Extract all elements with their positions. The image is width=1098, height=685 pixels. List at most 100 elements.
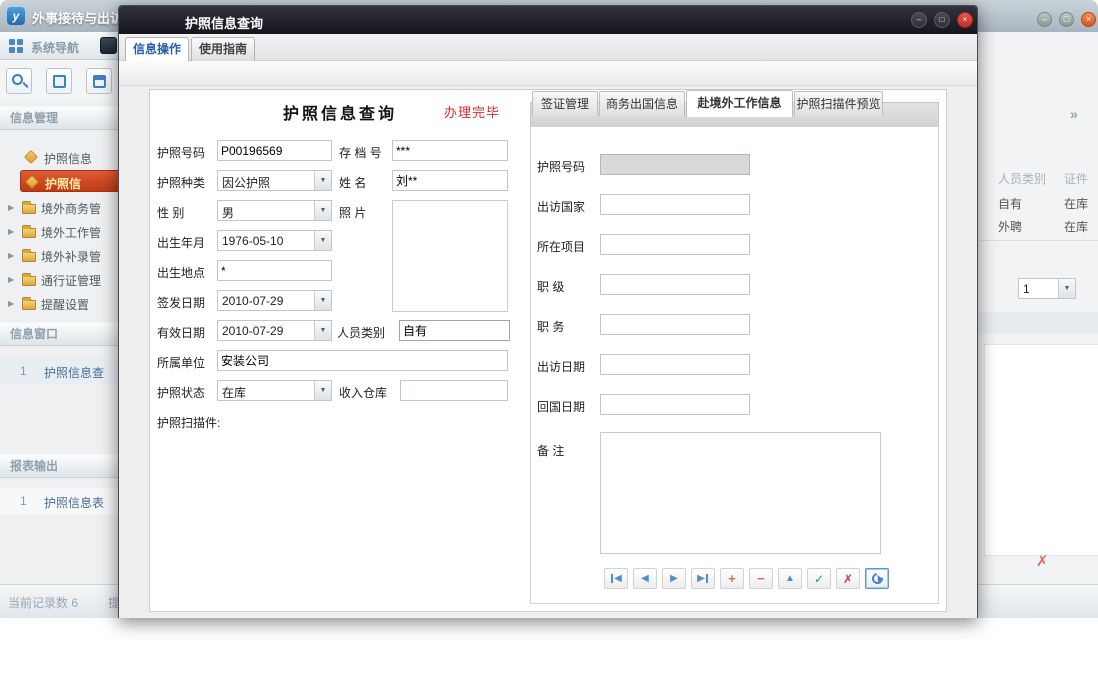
warehouse-label: 收入仓库 [339, 384, 387, 401]
remarks-label: 备 注 [537, 442, 564, 459]
cross-icon: ✗ [843, 572, 853, 586]
issue-date-select[interactable]: 2010-07-29 ▼ [217, 290, 332, 311]
passport-status-label: 护照状态 [157, 384, 205, 401]
search-icon [12, 74, 23, 85]
passport-query-dialog: 护照信息查询 – □ × 信息操作 使用指南 护照信息查询 办理完毕 护照号码 … [118, 5, 978, 618]
chevron-down-icon: ▼ [314, 171, 331, 190]
return-date-input[interactable] [600, 394, 750, 415]
tab-visa-mgmt[interactable]: 签证管理 [532, 91, 598, 116]
tree-item-label: 境外工作管 [41, 224, 101, 241]
nav-menu-icon[interactable] [100, 37, 117, 54]
last-record-icon [706, 574, 708, 583]
item-label: 护照信息表 [44, 494, 104, 511]
tree-item-label: 护照信息 [44, 150, 92, 167]
check-icon: ✓ [814, 572, 824, 586]
warehouse-input[interactable] [400, 380, 508, 401]
scan-label: 护照扫描件: [157, 414, 220, 431]
remarks-textarea[interactable] [600, 432, 881, 554]
birth-date-select[interactable]: 1976-05-10 ▼ [217, 230, 332, 251]
valid-date-select[interactable]: 2010-07-29 ▼ [217, 320, 332, 341]
birth-date-label: 出生年月 [157, 234, 205, 251]
cancel-x-icon[interactable]: ✗ [1036, 552, 1049, 570]
collapse-chevron-icon[interactable]: » [1070, 106, 1078, 122]
visit-country-input[interactable] [600, 194, 750, 215]
passport-status-select[interactable]: 在库 ▼ [217, 380, 332, 401]
nav-refresh-button[interactable] [865, 568, 889, 589]
gender-select[interactable]: 男 ▼ [217, 200, 332, 221]
main-minimize-button[interactable]: – [1037, 12, 1052, 27]
nav-cancel-button[interactable]: ✗ [836, 568, 860, 589]
nav-delete-button[interactable]: − [749, 568, 773, 589]
dialog-titlebar[interactable]: 护照信息查询 – □ × [119, 6, 977, 34]
tree-item-label: 护照信 [45, 175, 81, 192]
section-report-label: 报表输出 [10, 459, 58, 473]
tab-label: 护照扫描件预览 [796, 97, 880, 111]
section-info-mgmt-label: 信息管理 [10, 111, 58, 125]
plus-icon: + [728, 571, 736, 586]
dialog-title: 护照信息查询 [185, 13, 263, 32]
list-icon [93, 75, 106, 88]
chevron-down-icon: ▼ [314, 381, 331, 400]
name-input[interactable] [392, 170, 508, 191]
folder-icon [22, 252, 36, 262]
chevron-down-icon: ▼ [314, 321, 331, 340]
tab-scan-preview[interactable]: 护照扫描件预览 [794, 91, 883, 116]
nav-edit-button[interactable]: ▲ [778, 568, 802, 589]
dialog-close-button[interactable]: × [957, 12, 973, 28]
nav-grid-icon [9, 39, 23, 53]
chevron-right-icon[interactable]: ▶ [8, 227, 14, 236]
column-header-cert: 证件 [1064, 170, 1088, 187]
depart-date-label: 出访日期 [537, 358, 585, 375]
nav-last-button[interactable]: ▶ [691, 568, 715, 589]
archive-no-input[interactable] [392, 140, 508, 161]
list-tool-button[interactable] [86, 68, 112, 94]
nav-insert-button[interactable]: + [720, 568, 744, 589]
person-type-input[interactable] [399, 320, 510, 341]
tab-business-abroad[interactable]: 商务出国信息 [599, 91, 685, 116]
work-passport-no-label: 护照号码 [537, 158, 585, 175]
main-window-title: 外事接待与出访 [32, 8, 123, 27]
pager-select[interactable]: 1 ▼ [1018, 278, 1076, 299]
visit-country-label: 出访国家 [537, 198, 585, 215]
tab-info-operation[interactable]: 信息操作 [125, 37, 189, 61]
main-maximize-button[interactable]: □ [1059, 12, 1074, 27]
chevron-right-icon[interactable]: ▶ [8, 203, 14, 212]
position-label: 职 务 [537, 318, 564, 335]
search-tool-button[interactable] [6, 68, 32, 94]
valid-date-label: 有效日期 [157, 324, 205, 341]
chevron-right-icon[interactable]: ▶ [8, 299, 14, 308]
nav-post-button[interactable]: ✓ [807, 568, 831, 589]
chevron-right-icon[interactable]: ▶ [8, 251, 14, 260]
rank-label: 职 级 [537, 278, 564, 295]
person-type-label: 人员类别 [337, 324, 385, 341]
chevron-right-icon[interactable]: ▶ [8, 275, 14, 284]
passport-type-select[interactable]: 因公护照 ▼ [217, 170, 332, 191]
nav-prior-button[interactable]: ◀ [633, 568, 657, 589]
divider-band [978, 312, 1098, 334]
tree-item-label: 提醒设置 [41, 296, 89, 313]
arrow-right-icon: ▶ [697, 573, 705, 584]
main-close-button[interactable]: × [1081, 12, 1096, 27]
position-input[interactable] [600, 314, 750, 335]
passport-no-input[interactable] [217, 140, 332, 161]
arrow-right-icon: ▶ [670, 573, 678, 584]
record-count-label: 当前记录数 6 [8, 594, 78, 611]
arrow-left-icon: ◀ [614, 573, 622, 584]
dialog-minimize-button[interactable]: – [911, 12, 927, 28]
nav-next-button[interactable]: ▶ [662, 568, 686, 589]
folder-icon [22, 276, 36, 286]
dialog-maximize-button[interactable]: □ [934, 12, 950, 28]
passport-item-icon [24, 150, 38, 164]
pager-value: 1 [1023, 282, 1030, 296]
unit-input[interactable] [217, 350, 508, 371]
depart-date-input[interactable] [600, 354, 750, 375]
birth-place-input[interactable] [217, 260, 332, 281]
nav-first-button[interactable]: ◀ [604, 568, 628, 589]
project-input[interactable] [600, 234, 750, 255]
tab-overseas-work-info[interactable]: 赴境外工作信息 [686, 90, 793, 117]
grid-tool-button[interactable] [46, 68, 72, 94]
tab-user-guide[interactable]: 使用指南 [191, 37, 255, 61]
app-logo-icon: y [7, 7, 25, 25]
edit-triangle-icon: ▲ [785, 573, 795, 584]
rank-input[interactable] [600, 274, 750, 295]
